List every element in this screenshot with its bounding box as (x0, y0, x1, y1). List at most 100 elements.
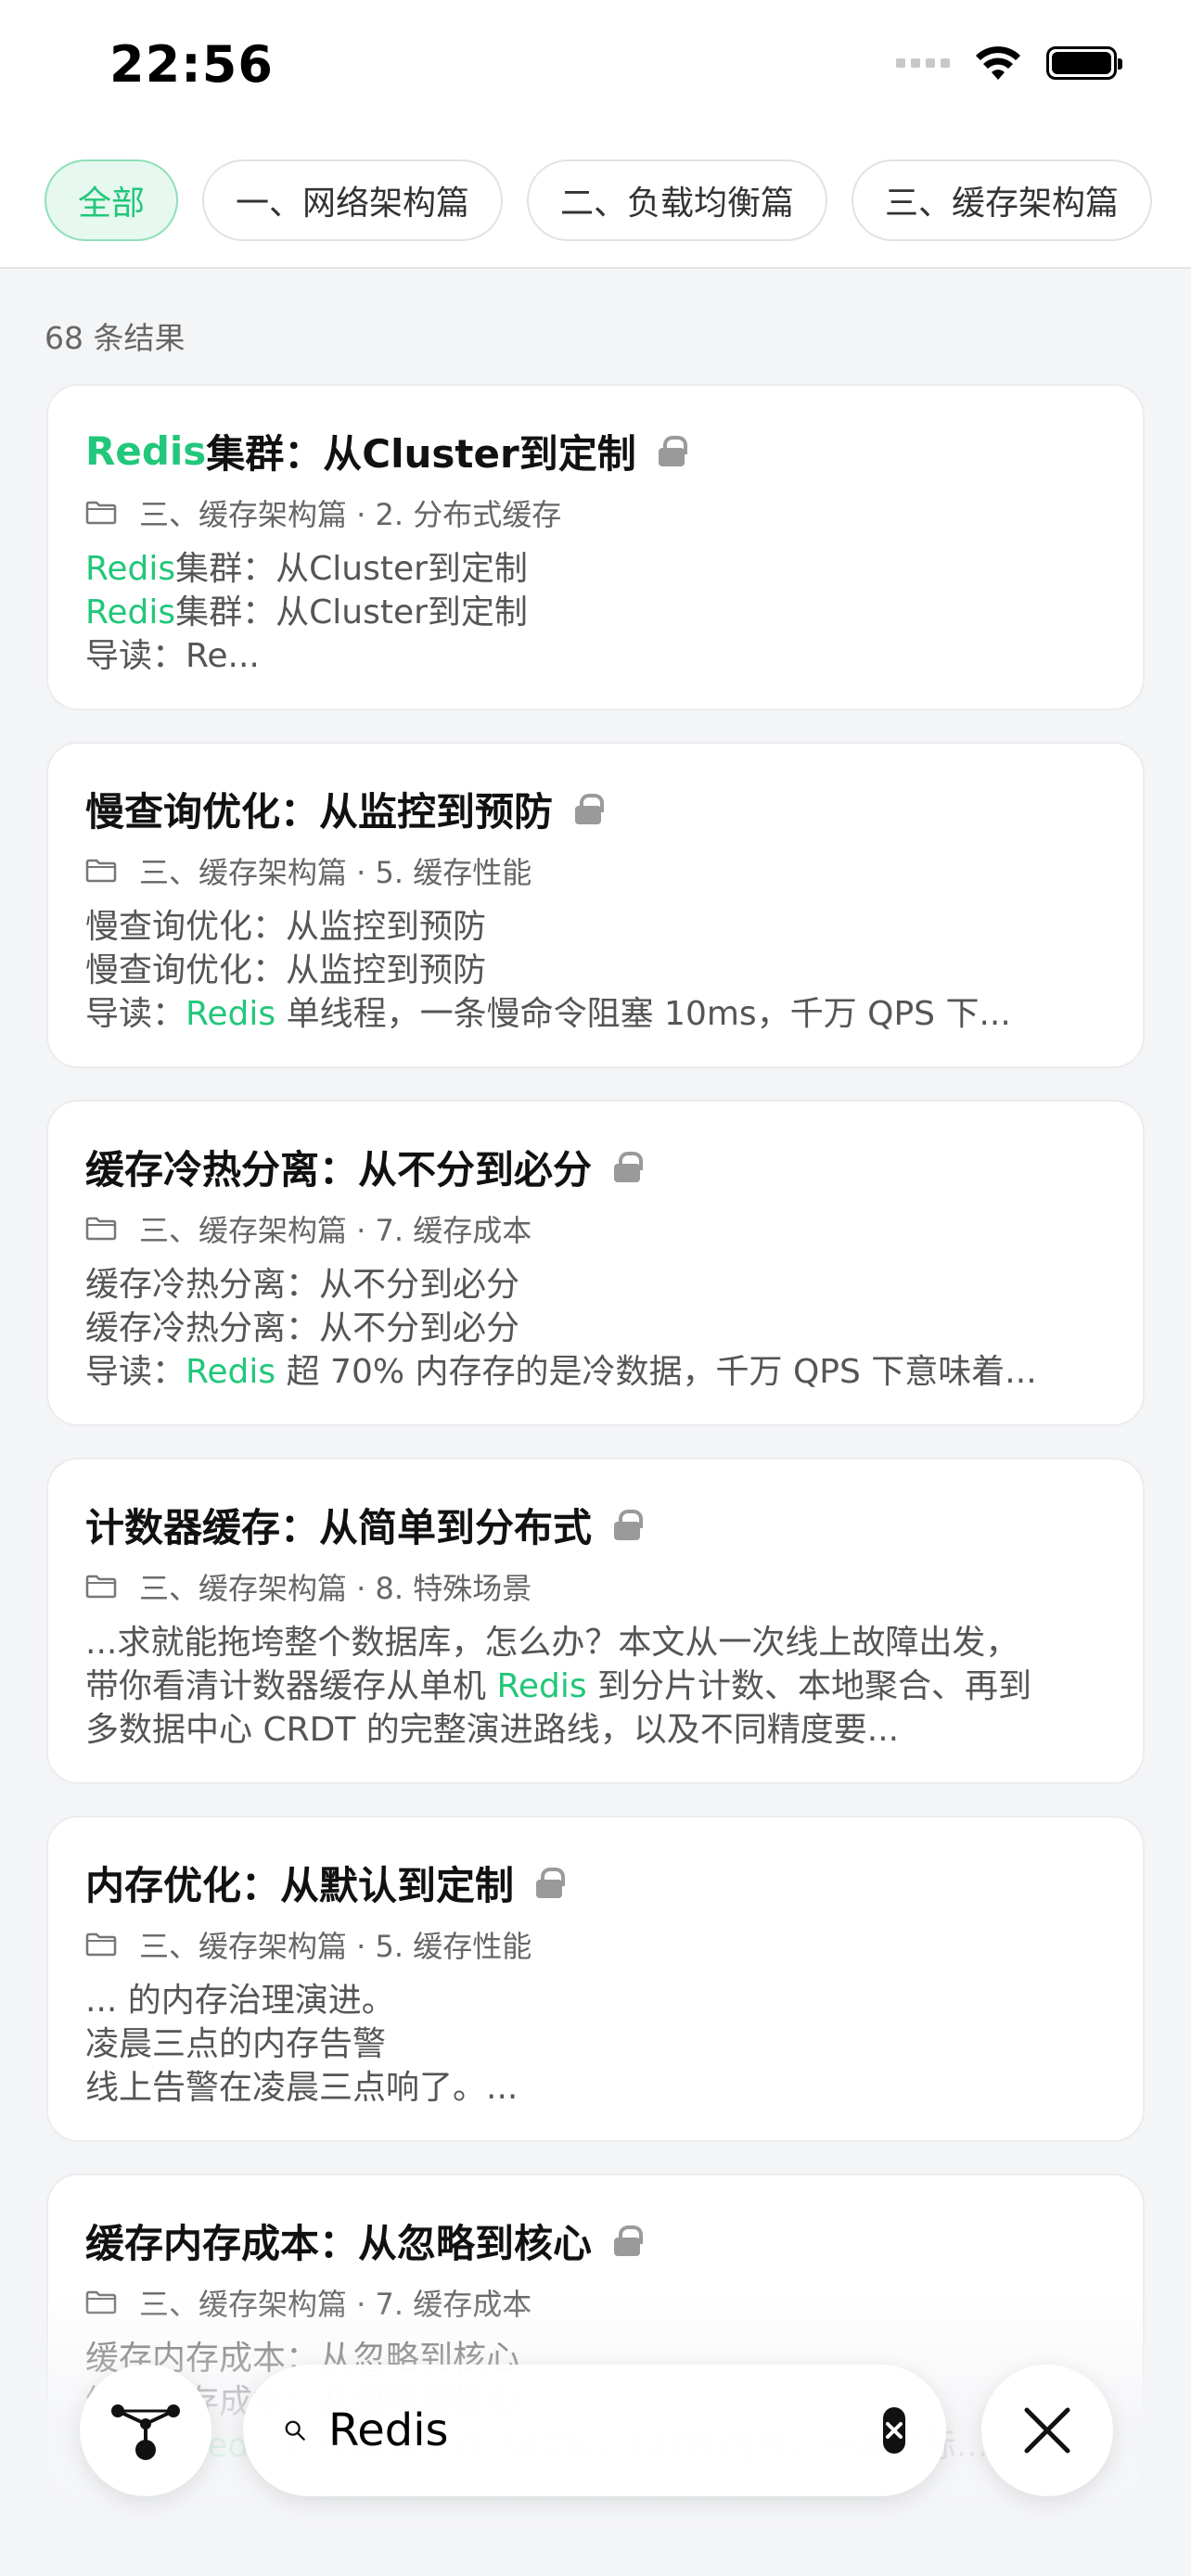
title-highlight: Redis (85, 427, 207, 474)
lock-icon (614, 2225, 644, 2256)
result-title: Redis 集群：从Cluster到定制 (85, 423, 1106, 478)
result-card[interactable]: 内存优化：从默认到定制三、缓存架构篇 · 5. 缓存性能 ... 的内存治理演进。… (46, 1816, 1145, 2142)
snippet-line: 多数据中心 CRDT 的完整演进路线，以及不同精度要... (85, 1708, 1106, 1752)
snippet-highlight: Redis (186, 995, 276, 1033)
snippet-text: 多数据中心 CRDT 的完整演进路线，以及不同精度要... (85, 1711, 900, 1749)
snippet-line: ... 的内存治理演进。 (85, 1979, 1106, 2022)
snippet-text: 到分片计数、本地聚合、再到 (586, 1667, 1032, 1705)
status-bar: 22:56 (0, 0, 1191, 139)
filter-chip[interactable]: 三、缓存架构篇 (852, 159, 1153, 241)
snippet-text: 慢查询优化：从监控到预防 (85, 951, 487, 989)
snippet-text: 缓存冷热分离：从不分到必分 (85, 1266, 520, 1304)
result-title: 内存优化：从默认到定制 (85, 1855, 1106, 1910)
snippet-text: 慢查询优化：从监控到预防 (85, 908, 487, 946)
folder-icon (85, 1575, 117, 1599)
category-path: 三、缓存架构篇 · 8. 特殊场景 (139, 1571, 532, 1606)
title-text: 缓存冷热分离：从不分到必分 (85, 1146, 593, 1192)
folder-icon (85, 1932, 117, 1957)
result-category: 三、缓存架构篇 · 5. 缓存性能 (85, 849, 1106, 892)
snippet-text: ... 的内存治理演进。 (85, 1982, 395, 2020)
snippet-line: 缓存冷热分离：从不分到必分 (85, 1263, 1106, 1307)
result-count: 68 条结果 (45, 320, 186, 356)
snippet-text: 导读： (85, 995, 186, 1033)
close-icon (1024, 2407, 1070, 2454)
snippet-text: 凌晨三点的内存告警 (85, 2025, 387, 2063)
lock-icon (658, 436, 687, 466)
category-path: 三、缓存架构篇 · 2. 分布式缓存 (139, 497, 562, 532)
snippet-highlight: Redis (85, 550, 176, 588)
snippet-line: 缓存冷热分离：从不分到必分 (85, 1307, 1106, 1350)
search-icon (285, 2420, 305, 2441)
snippet-text: 线上告警在凌晨三点响了。... (85, 2069, 519, 2107)
category-path: 三、缓存架构篇 · 7. 缓存成本 (139, 1213, 532, 1248)
snippet-text: ...求就能拖垮整个数据库，怎么办？本文从一次线上故障出发， (85, 1624, 1019, 1662)
lock-icon (614, 1510, 644, 1540)
result-snippet: ...求就能拖垮整个数据库，怎么办？本文从一次线上故障出发， 带你看清计数器缓存从… (85, 1621, 1106, 1752)
result-category: 三、缓存架构篇 · 2. 分布式缓存 (85, 491, 1106, 534)
result-snippet: ... 的内存治理演进。 凌晨三点的内存告警线上告警在凌晨三点响了。... (85, 1979, 1106, 2110)
title-text: 内存优化：从默认到定制 (85, 1862, 515, 1908)
category-path: 三、缓存架构篇 · 5. 缓存性能 (139, 855, 532, 890)
result-category: 三、缓存架构篇 · 5. 缓存性能 (85, 1923, 1106, 1966)
result-title: 缓存内存成本：从忽略到核心 (85, 2213, 1106, 2268)
result-card[interactable]: Redis 集群：从Cluster到定制 三、缓存架构篇 · 2. 分布式缓存 Red… (46, 384, 1145, 710)
title-text: 缓存内存成本：从忽略到核心 (85, 2220, 593, 2266)
snippet-line: 线上告警在凌晨三点响了。... (85, 2066, 1106, 2110)
lock-icon (575, 794, 605, 824)
result-title: 计数器缓存：从简单到分布式 (85, 1497, 1106, 1552)
battery-icon (1046, 46, 1122, 80)
folder-icon (85, 1217, 117, 1241)
filter-chip[interactable]: 一、网络架构篇 (202, 159, 504, 241)
snippet-text: 单线程，一条慢命令阻塞 10ms，千万 QPS 下... (275, 995, 1011, 1033)
graph-view-button[interactable] (80, 2365, 211, 2496)
snippet-text: 导读： (85, 1353, 186, 1391)
snippet-text: 集群：从Cluster到定制 (175, 550, 528, 588)
result-snippet: Redis集群：从Cluster到定制 Redis集群：从Cluster到定制 导读… (85, 547, 1106, 678)
snippet-line: 凌晨三点的内存告警 (85, 2022, 1106, 2066)
snippet-line: 慢查询优化：从监控到预防 (85, 905, 1106, 949)
clear-search-button[interactable] (883, 2407, 905, 2454)
title-text: 慢查询优化：从监控到预防 (85, 788, 554, 835)
snippet-text: 超 70% 内存存的是冷数据，千万 QPS 下意味着... (275, 1353, 1037, 1391)
result-title: 慢查询优化：从监控到预防 (85, 781, 1106, 836)
snippet-text: 带你看清计数器缓存从单机 (85, 1667, 497, 1705)
result-title: 缓存冷热分离：从不分到必分 (85, 1139, 1106, 1194)
folder-icon (85, 501, 117, 525)
cellular-signal-icon (896, 58, 950, 68)
folder-icon (85, 859, 117, 883)
title-text: 集群：从Cluster到定制 (206, 430, 636, 477)
filter-chip[interactable]: 全部 (45, 159, 179, 241)
result-category: 三、缓存架构篇 · 7. 缓存成本 (85, 1207, 1106, 1250)
search-input[interactable] (328, 2393, 883, 2468)
result-card[interactable]: 计数器缓存：从简单到分布式三、缓存架构篇 · 8. 特殊场景 ...求就能拖垮整个… (46, 1458, 1145, 1784)
title-text: 计数器缓存：从简单到分布式 (85, 1504, 593, 1550)
snippet-line: Redis集群：从Cluster到定制 (85, 591, 1106, 634)
result-category: 三、缓存架构篇 · 8. 特殊场景 (85, 1565, 1106, 1608)
clear-icon (886, 2422, 903, 2439)
snippet-text: 缓存冷热分离：从不分到必分 (85, 1309, 520, 1347)
category-filter-bar[interactable]: 全部 一、网络架构篇 二、负载均衡篇 三、缓存架构篇 (0, 139, 1191, 269)
graph-nodes-icon (111, 2404, 180, 2460)
search-results-list: Redis 集群：从Cluster到定制 三、缓存架构篇 · 2. 分布式缓存 Red… (46, 384, 1145, 2531)
lock-icon (536, 1868, 566, 1898)
snippet-line: 慢查询优化：从监控到预防 (85, 949, 1106, 992)
snippet-line: 导读：Re... (85, 634, 1106, 678)
snippet-line: 导读：Redis 单线程，一条慢命令阻塞 10ms，千万 QPS 下... (85, 992, 1106, 1036)
filter-chip[interactable]: 二、负载均衡篇 (527, 159, 828, 241)
snippet-text: 导读：Re... (85, 637, 260, 675)
lock-icon (614, 1152, 644, 1182)
close-search-button[interactable] (981, 2365, 1113, 2496)
result-snippet: 慢查询优化：从监控到预防 慢查询优化：从监控到预防 导读：Redis 单线程，一条慢… (85, 905, 1106, 1036)
snippet-highlight: Redis (496, 1667, 587, 1705)
snippet-highlight: Redis (186, 1353, 276, 1391)
result-card[interactable]: 缓存冷热分离：从不分到必分 三、缓存架构篇 · 7. 缓存成本 缓存冷热分离：从不分… (46, 1100, 1145, 1426)
result-card[interactable]: 慢查询优化：从监控到预防 三、缓存架构篇 · 5. 缓存性能 慢查询优化：从监控到预… (46, 742, 1145, 1068)
snippet-line: 带你看清计数器缓存从单机 Redis 到分片计数、本地聚合、再到 (85, 1664, 1106, 1708)
wifi-icon (976, 46, 1020, 80)
snippet-line: 导读：Redis 超 70% 内存存的是冷数据，千万 QPS 下意味着... (85, 1350, 1106, 1394)
status-icons (896, 45, 1122, 82)
category-path: 三、缓存架构篇 · 5. 缓存性能 (139, 1929, 532, 1964)
search-bar[interactable] (243, 2365, 946, 2496)
snippet-line: ...求就能拖垮整个数据库，怎么办？本文从一次线上故障出发， (85, 1621, 1106, 1664)
snippet-highlight: Redis (85, 593, 176, 631)
